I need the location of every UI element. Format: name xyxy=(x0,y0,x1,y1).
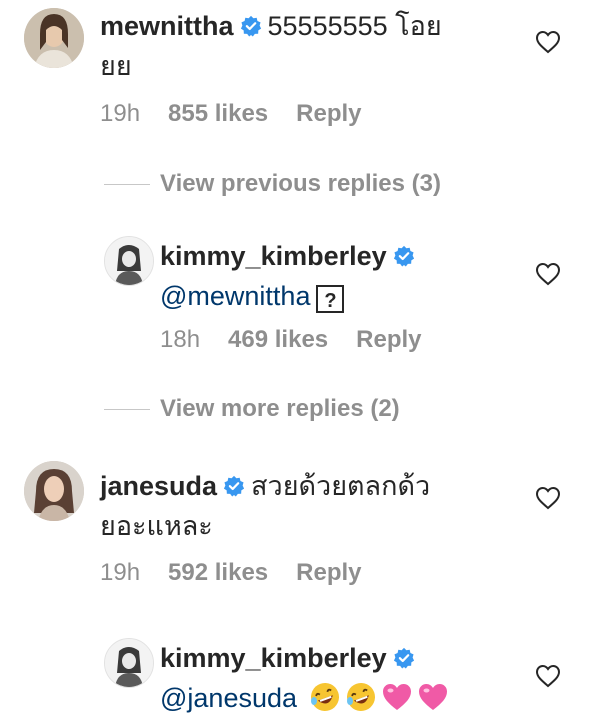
unknown-glyph-box: ? xyxy=(316,285,345,313)
comment-meta: 19h 855 likes Reply xyxy=(100,100,390,128)
comment-text: 55555555 โอย xyxy=(267,11,442,41)
avatar[interactable] xyxy=(104,236,154,286)
reply-body: kimmy_kimberley @janesuda xyxy=(160,638,540,718)
comment-text: สวยด้วยตลกด้ว xyxy=(251,471,431,501)
reply-body: kimmy_kimberley @mewnittha? xyxy=(160,236,520,316)
comment-body: janesuda สวยด้วยตลกด้ว ยอะแหละ xyxy=(100,466,520,546)
likes-count[interactable]: 592 likes xyxy=(168,559,268,586)
comment-meta: 19h 592 likes Reply xyxy=(100,559,390,587)
heart-icon[interactable] xyxy=(535,262,561,286)
verified-badge-icon xyxy=(223,475,245,497)
username[interactable]: mewnittha xyxy=(100,11,234,41)
rofl-emoji-icon xyxy=(310,683,339,711)
avatar[interactable] xyxy=(24,461,84,521)
likes-count[interactable]: 855 likes xyxy=(168,100,268,127)
username[interactable]: janesuda xyxy=(100,471,217,501)
comment-text-line2: ยอะแหละ xyxy=(100,511,213,541)
reply-button[interactable]: Reply xyxy=(356,326,421,353)
avatar[interactable] xyxy=(104,638,154,688)
reply-time: 18h xyxy=(160,326,201,353)
verified-badge-icon xyxy=(240,15,261,37)
heart-icon[interactable] xyxy=(535,486,561,510)
comment-time: 19h xyxy=(100,559,141,586)
verified-badge-icon xyxy=(393,647,414,669)
username[interactable]: kimmy_kimberley xyxy=(160,241,387,271)
comment-text-line2: ยย xyxy=(100,51,132,81)
view-previous-replies-link[interactable]: View previous replies (3) xyxy=(160,170,441,198)
likes-count[interactable]: 469 likes xyxy=(228,326,328,353)
pink-heart-emoji-icon xyxy=(418,684,447,710)
reply-button[interactable]: Reply xyxy=(296,100,361,127)
reply-button[interactable]: Reply xyxy=(296,559,361,586)
divider-line xyxy=(104,184,150,185)
comment-time: 19h xyxy=(100,100,141,127)
divider-line xyxy=(104,409,150,410)
avatar[interactable] xyxy=(24,8,84,68)
mention-link[interactable]: @mewnittha xyxy=(160,281,310,311)
pink-heart-emoji-icon xyxy=(382,684,411,710)
reply-meta: 18h 469 likes Reply xyxy=(160,326,450,354)
heart-icon[interactable] xyxy=(535,30,561,54)
verified-badge-icon xyxy=(393,245,414,267)
mention-link[interactable]: @janesuda xyxy=(160,683,297,713)
comment-body: mewnittha 55555555 โอย ยย xyxy=(100,6,520,86)
heart-icon[interactable] xyxy=(535,664,561,688)
rofl-emoji-icon xyxy=(346,683,375,711)
view-more-replies-link[interactable]: View more replies (2) xyxy=(160,395,400,423)
username[interactable]: kimmy_kimberley xyxy=(160,643,387,673)
